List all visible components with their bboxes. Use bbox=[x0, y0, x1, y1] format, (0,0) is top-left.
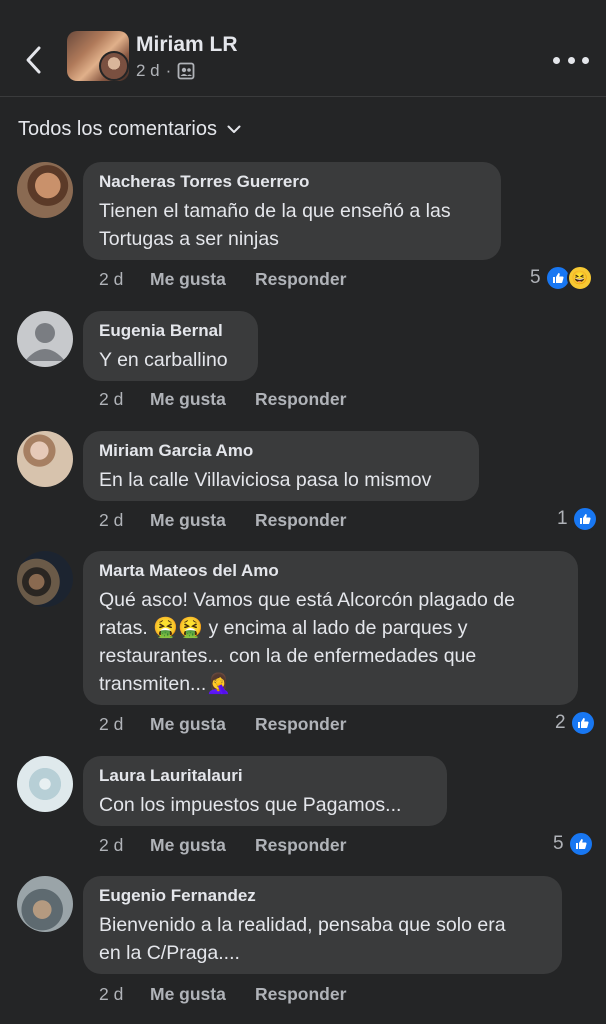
comment-author[interactable]: Laura Lauritalauri bbox=[99, 766, 431, 786]
comment-time: 2 d bbox=[99, 984, 124, 1004]
comment-time: 2 d bbox=[99, 269, 124, 289]
comment-text-line: transmiten...🤦‍♀️ bbox=[99, 670, 562, 698]
like-button[interactable]: Me gusta bbox=[150, 269, 255, 290]
text-segment: y encima al lado de parques y bbox=[208, 617, 468, 639]
comment-time: 2 d bbox=[99, 389, 124, 409]
comment-bubble: Eugenio Fernandez Bienvenido a la realid… bbox=[83, 876, 562, 974]
reply-button[interactable]: Responder bbox=[255, 714, 346, 735]
chevron-down-icon bbox=[227, 125, 241, 133]
page-avatar[interactable] bbox=[67, 31, 129, 81]
comment-time: 2 d bbox=[99, 510, 124, 530]
reply-button[interactable]: Responder bbox=[255, 389, 346, 410]
avatar[interactable] bbox=[17, 876, 73, 932]
comment-bubble: Eugenia Bernal Y en carballino bbox=[83, 311, 258, 381]
meta-separator: · bbox=[165, 61, 172, 80]
reaction-summary[interactable]: 2 bbox=[555, 710, 596, 736]
dot-icon bbox=[567, 56, 575, 64]
avatar[interactable] bbox=[17, 431, 73, 487]
comment-text: En la calle Villaviciosa pasa lo mismov bbox=[99, 466, 463, 494]
like-button[interactable]: Me gusta bbox=[150, 389, 255, 410]
comment-text-line: en la C/Praga.... bbox=[99, 942, 240, 964]
dot-icon bbox=[553, 56, 560, 64]
post-meta: 2 d · bbox=[136, 61, 195, 81]
comment-text: Qué asco! Vamos que está Alcorcón plagad… bbox=[99, 586, 562, 698]
comment-text-line: Y en carballino bbox=[99, 349, 228, 371]
text-segment: transmiten... bbox=[99, 673, 207, 695]
reaction-count: 5 bbox=[553, 833, 564, 854]
text-segment: ratas. bbox=[99, 617, 148, 639]
comment-actions: 2 d Me gusta Responder bbox=[99, 510, 346, 531]
thumbs-up-icon bbox=[567, 831, 594, 857]
comment-author[interactable]: Miriam Garcia Amo bbox=[99, 441, 463, 461]
comment-actions: 2 d Me gusta Responder bbox=[99, 389, 346, 410]
comment-bubble: Nacheras Torres Guerrero Tienen el tamañ… bbox=[83, 162, 501, 260]
like-button[interactable]: Me gusta bbox=[150, 714, 255, 735]
reaction-summary[interactable]: 1 bbox=[557, 506, 598, 532]
page-name[interactable]: Miriam LR bbox=[136, 33, 238, 57]
like-button[interactable]: Me gusta bbox=[150, 835, 255, 856]
back-button[interactable] bbox=[18, 42, 48, 78]
comment-actions: 2 d Me gusta Responder bbox=[99, 714, 346, 735]
comment-text-line: Tortugas a ser ninjas bbox=[99, 228, 279, 250]
reaction-count: 5 bbox=[530, 267, 541, 288]
comment-text: Tienen el tamaño de la que enseñó a las … bbox=[99, 197, 485, 253]
comment-actions: 2 d Me gusta Responder bbox=[99, 835, 346, 856]
reply-button[interactable]: Responder bbox=[255, 269, 346, 290]
reply-button[interactable]: Responder bbox=[255, 835, 346, 856]
comment-filter-dropdown[interactable]: Todos los comentarios bbox=[18, 118, 241, 141]
comment-text-line: Qué asco! Vamos que está Alcorcón plagad… bbox=[99, 589, 515, 611]
comment-time: 2 d bbox=[99, 714, 124, 734]
comment-time: 2 d bbox=[99, 835, 124, 855]
comment-author[interactable]: Eugenio Fernandez bbox=[99, 886, 546, 906]
more-options-button[interactable] bbox=[553, 48, 589, 72]
reaction-summary[interactable]: 5 😆 bbox=[530, 265, 593, 291]
like-button[interactable]: Me gusta bbox=[150, 984, 255, 1005]
comment-text-line: Tienen el tamaño de la que enseñó a las bbox=[99, 200, 451, 222]
comment-text-line: restaurantes... con la de enfermedades q… bbox=[99, 645, 477, 667]
comment-text: Bienvenido a la realidad, pensaba que so… bbox=[99, 911, 546, 967]
chevron-left-icon bbox=[26, 46, 41, 74]
comment-actions: 2 d Me gusta Responder bbox=[99, 984, 346, 1005]
reply-button[interactable]: Responder bbox=[255, 984, 346, 1005]
thumbs-up-icon bbox=[569, 710, 596, 736]
comment-text-line: ratas. 🤮🤮 y encima al lado de parques y bbox=[99, 614, 562, 642]
comment-text: Con los impuestos que Pagamos... bbox=[99, 791, 431, 819]
comment-author[interactable]: Eugenia Bernal bbox=[99, 321, 242, 341]
haha-emoji-icon: 😆 bbox=[566, 265, 593, 291]
comment-author[interactable]: Nacheras Torres Guerrero bbox=[99, 172, 485, 192]
facepalm-emoji: 🤦‍♀️ bbox=[206, 673, 232, 695]
dot-icon bbox=[582, 56, 589, 64]
thumbs-up-icon bbox=[571, 506, 598, 532]
like-button[interactable]: Me gusta bbox=[150, 510, 255, 531]
comment-author[interactable]: Marta Mateos del Amo bbox=[99, 561, 562, 581]
avatar[interactable] bbox=[17, 311, 73, 367]
audience-group-icon bbox=[177, 62, 195, 80]
comment-actions: 2 d Me gusta Responder bbox=[99, 269, 346, 290]
comment-text-line: En la calle Villaviciosa pasa lo mismov bbox=[99, 469, 432, 491]
comment-text-line: Con los impuestos que Pagamos... bbox=[99, 794, 402, 816]
post-header: Miriam LR 2 d · bbox=[0, 0, 606, 97]
avatar[interactable] bbox=[17, 162, 73, 218]
comment-bubble: Miriam Garcia Amo En la calle Villavicio… bbox=[83, 431, 479, 501]
nauseated-face-emoji: 🤮 bbox=[178, 617, 204, 639]
comment-text: Y en carballino bbox=[99, 346, 242, 374]
comment-bubble: Marta Mateos del Amo Qué asco! Vamos que… bbox=[83, 551, 578, 705]
reaction-count: 2 bbox=[555, 712, 566, 733]
reply-button[interactable]: Responder bbox=[255, 510, 346, 531]
post-time: 2 d bbox=[136, 61, 160, 80]
profile-avatar bbox=[99, 51, 129, 81]
reaction-summary[interactable]: 5 bbox=[553, 831, 594, 857]
avatar[interactable] bbox=[17, 551, 73, 607]
filter-label: Todos los comentarios bbox=[18, 118, 217, 140]
comment-bubble: Laura Lauritalauri Con los impuestos que… bbox=[83, 756, 447, 826]
comment-text-line: Bienvenido a la realidad, pensaba que so… bbox=[99, 914, 506, 936]
reaction-count: 1 bbox=[557, 508, 568, 529]
nauseated-face-emoji: 🤮 bbox=[153, 617, 179, 639]
avatar[interactable] bbox=[17, 756, 73, 812]
